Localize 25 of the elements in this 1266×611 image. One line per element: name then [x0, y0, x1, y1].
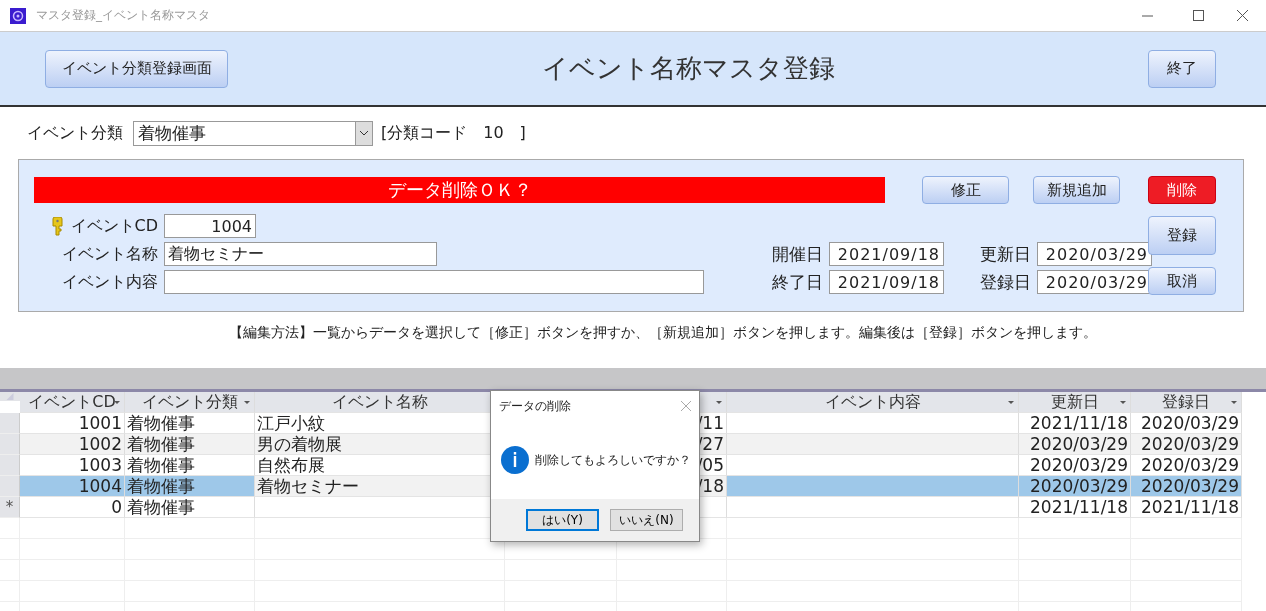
table-cell: 1002 — [20, 434, 125, 455]
instruction-text: 【編集方法】一覧からデータを選択して［修正］ボタンを押すか、［新規追加］ボタンを押します。編集後は［登録］ボタンを押します。 — [229, 324, 1097, 340]
table-cell: 2021/11/18 — [1131, 497, 1242, 518]
alert-banner: データ削除ＯＫ？ — [34, 177, 885, 203]
date-label: 終了日 — [771, 270, 823, 294]
field-label: イベント名称 — [62, 243, 158, 265]
date-label: 登録日 — [979, 270, 1031, 294]
table-cell: 2020/03/29 — [1131, 434, 1242, 455]
table-cell: 着物催事 — [125, 434, 255, 455]
table-cell: 2021/11/18 — [1019, 497, 1131, 518]
date-label: 開催日 — [771, 242, 823, 266]
table-cell: 2020/03/29 — [1019, 476, 1131, 497]
category-code: [分類コード 10 ] — [381, 122, 526, 144]
table-cell: 着物催事 — [125, 476, 255, 497]
table-cell: 着物催事 — [125, 497, 255, 518]
window-title: マスタ登録_イベント名称マスタ — [36, 7, 210, 24]
field-label: イベント内容 — [62, 271, 158, 293]
field-label: イベントCD — [70, 215, 158, 237]
table-cell: 1004 — [20, 476, 125, 497]
date-label: 更新日 — [979, 242, 1031, 266]
table-cell: 0 — [20, 497, 125, 518]
table-cell: 2020/03/29 — [1019, 434, 1131, 455]
field-label: イベント分類 — [27, 122, 123, 144]
screen-title: イベント名称マスタ登録 — [540, 52, 836, 85]
table-cell: 2020/03/29 — [1131, 476, 1242, 497]
